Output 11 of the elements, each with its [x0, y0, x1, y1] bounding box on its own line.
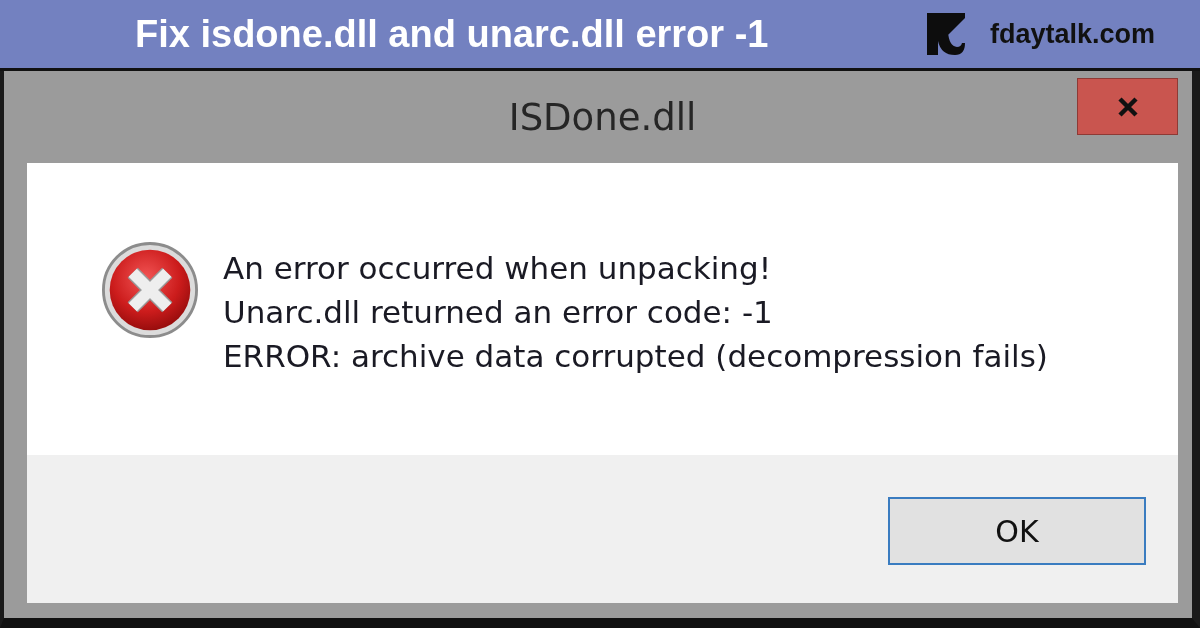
message-text: ERROR: archive data corrupted (decompression fails)	[223, 337, 1048, 376]
message-text: An error occurred when unpacking!	[223, 249, 773, 288]
dialog-button[interactable]: OK	[888, 497, 1146, 565]
window-title: ISDone.dll	[508, 95, 697, 139]
logo-icon	[926, 13, 965, 55]
message-text: Unarc.dll returned an error code: -1	[223, 293, 774, 332]
error-icon	[102, 242, 198, 338]
close-button[interactable]	[1077, 78, 1178, 135]
close-icon	[1116, 96, 1139, 117]
site-name: fdaytalk.com	[989, 18, 1155, 50]
banner-title: Fix isdone.dll and unarc.dll error -1	[135, 12, 770, 56]
